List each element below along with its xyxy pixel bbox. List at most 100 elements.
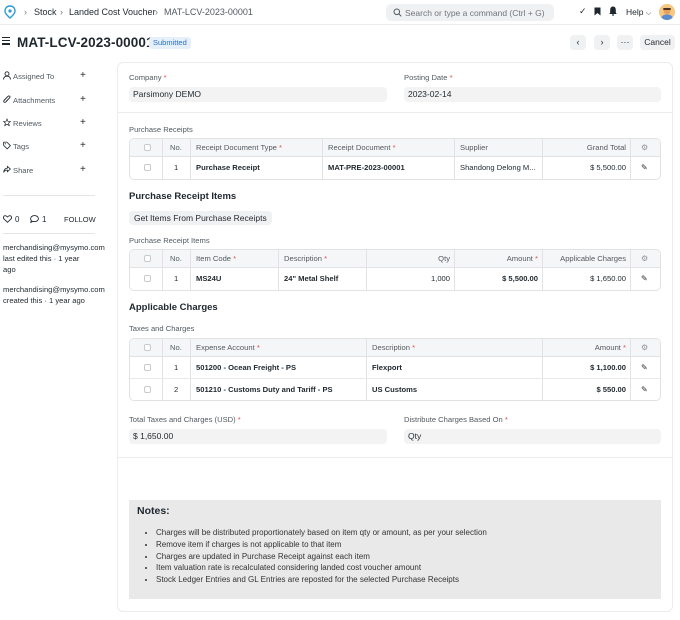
edit-icon[interactable]: ✎ [641, 163, 648, 172]
amount-cell[interactable]: $ 550.00 [546, 379, 626, 400]
row-number: 1 [174, 363, 179, 372]
column-header: No. [170, 143, 182, 152]
edit-icon[interactable]: ✎ [641, 363, 648, 372]
search-bar[interactable]: Search or type a command (Ctrl + G) [386, 4, 554, 21]
select-all-checkbox[interactable] [144, 255, 151, 262]
tag-icon [3, 141, 11, 150]
table-row[interactable]: 1 501200 - Ocean Freight - PS Flexport $… [130, 357, 660, 379]
amount-cell[interactable]: $ 5,500.00 [460, 268, 538, 290]
breadcrumb-current[interactable]: MAT-LCV-2023-00001 [164, 7, 253, 17]
note-item: Charges are updated in Purchase Receipt … [156, 551, 487, 563]
activity-item: merchandising@mysymo.com created this · … [3, 284, 113, 306]
purchase-receipt-items-table: No. Item Code * Description * Qty Amount… [129, 249, 661, 291]
star-icon [3, 118, 11, 127]
notes-box: Notes: Charges will be distributed propo… [129, 500, 661, 599]
edit-icon[interactable]: ✎ [641, 274, 648, 283]
comment-icon[interactable] [30, 215, 39, 223]
column-header: Item Code * [196, 254, 237, 263]
add-attachment-icon[interactable]: + [80, 94, 86, 105]
receipt-document-cell[interactable]: MAT-PRE-2023-00001 [328, 157, 405, 179]
column-header: Expense Account * [196, 343, 260, 352]
grand-total-cell[interactable]: $ 5,500.00 [546, 157, 626, 179]
row-checkbox[interactable] [144, 164, 151, 171]
avatar[interactable] [659, 4, 675, 20]
purchase-receipt-items-label: Purchase Receipt Items [129, 236, 210, 245]
note-item: Item valuation rate is recalculated cons… [156, 562, 487, 574]
add-assignee-icon[interactable]: + [80, 70, 86, 81]
cancel-button[interactable]: Cancel [640, 35, 675, 50]
column-header: Amount * [506, 254, 538, 263]
sidebar-item-label: Reviews [13, 119, 42, 128]
notes-title: Notes: [137, 505, 170, 517]
expense-account-cell[interactable]: 501200 - Ocean Freight - PS [196, 357, 296, 378]
breadcrumb-landed-cost-voucher[interactable]: Landed Cost Voucher [69, 7, 156, 17]
sidebar-toggle-icon[interactable] [2, 37, 10, 45]
breadcrumb-stock[interactable]: Stock [34, 7, 57, 17]
select-all-checkbox[interactable] [144, 144, 151, 151]
chevron-down-icon: ⌵ [645, 10, 652, 17]
purchase-receipt-items-title: Purchase Receipt Items [129, 191, 237, 202]
help-label: Help [626, 7, 644, 17]
previous-button[interactable]: ‹ [570, 35, 586, 50]
navbar: › Stock › Landed Cost Voucher › MAT-LCV-… [0, 0, 680, 25]
gear-icon[interactable]: ⚙ [641, 254, 648, 263]
column-header: No. [170, 343, 182, 352]
follow-button[interactable]: FOLLOW [64, 215, 96, 224]
more-actions-button[interactable]: ··· [617, 35, 633, 50]
sidebar-item-label: Share [13, 166, 34, 175]
row-checkbox[interactable] [144, 364, 151, 371]
app-logo-icon[interactable] [4, 5, 16, 19]
receipt-document-type-cell[interactable]: Purchase Receipt [196, 157, 260, 179]
table-row[interactable]: 2 501210 - Customs Duty and Tariff - PS … [130, 379, 660, 400]
gear-icon[interactable]: ⚙ [641, 343, 648, 352]
bookmark-icon[interactable] [594, 7, 601, 16]
note-item: Stock Ledger Entries and GL Entries are … [156, 574, 487, 586]
row-checkbox[interactable] [144, 386, 151, 393]
help-menu[interactable]: Help ⌵ [626, 7, 651, 18]
description-cell[interactable]: 24" Metal Shelf [284, 268, 364, 290]
company-field[interactable]: Parsimony DEMO [129, 87, 387, 102]
posting-date-field[interactable]: 2023-02-14 [404, 87, 661, 102]
taxes-and-charges-label: Taxes and Charges [129, 324, 195, 333]
status-badge: Submitted [149, 37, 191, 49]
add-tag-icon[interactable]: + [80, 140, 86, 151]
column-header: Qty [438, 254, 450, 263]
gear-icon[interactable]: ⚙ [641, 143, 648, 152]
chevron-right-icon: › [60, 7, 63, 17]
column-header: No. [170, 254, 182, 263]
activity-user[interactable]: merchandising@mysymo.com [3, 242, 113, 253]
more-icon: ··· [620, 37, 630, 47]
table-row[interactable]: 1 Purchase Receipt MAT-PRE-2023-00001 Sh… [130, 157, 660, 179]
user-icon [3, 71, 11, 80]
notes-list: Charges will be distributed proportionat… [156, 527, 487, 586]
column-header: Receipt Document * [328, 143, 396, 152]
activity-user[interactable]: merchandising@mysymo.com [3, 284, 113, 295]
heart-icon[interactable] [3, 215, 12, 223]
get-items-button[interactable]: Get Items From Purchase Receipts [129, 211, 272, 225]
expense-account-cell[interactable]: 501210 - Customs Duty and Tariff - PS [196, 379, 333, 400]
distribute-charges-select[interactable]: Qty [404, 429, 661, 444]
edit-icon[interactable]: ✎ [641, 385, 648, 394]
description-cell[interactable]: Flexport [372, 357, 402, 378]
next-button[interactable]: › [594, 35, 610, 50]
bell-icon[interactable] [609, 6, 617, 16]
qty-cell[interactable]: 1,000 [370, 268, 450, 290]
select-all-checkbox[interactable] [144, 344, 151, 351]
sidebar-divider [3, 195, 95, 196]
column-header: Description * [372, 343, 416, 352]
purchase-receipts-label: Purchase Receipts [129, 125, 193, 134]
section-divider [118, 457, 673, 458]
item-code-cell[interactable]: MS24U [196, 268, 221, 290]
row-checkbox[interactable] [144, 275, 151, 282]
total-taxes-field[interactable]: $ 1,650.00 [129, 429, 387, 444]
distribute-charges-label: Distribute Charges Based On * [404, 415, 508, 424]
table-row[interactable]: 1 MS24U 24" Metal Shelf 1,000 $ 5,500.00… [130, 268, 660, 290]
checkmark-icon[interactable]: ✓ [579, 6, 587, 17]
supplier-cell[interactable]: Shandong Delong M... [460, 157, 540, 179]
add-share-icon[interactable]: + [80, 164, 86, 175]
amount-cell[interactable]: $ 1,100.00 [546, 357, 626, 378]
total-taxes-label: Total Taxes and Charges (USD) * [129, 415, 241, 424]
add-review-icon[interactable]: + [80, 117, 86, 128]
applicable-charges-cell[interactable]: $ 1,650.00 [544, 268, 626, 290]
description-cell[interactable]: US Customs [372, 379, 417, 400]
